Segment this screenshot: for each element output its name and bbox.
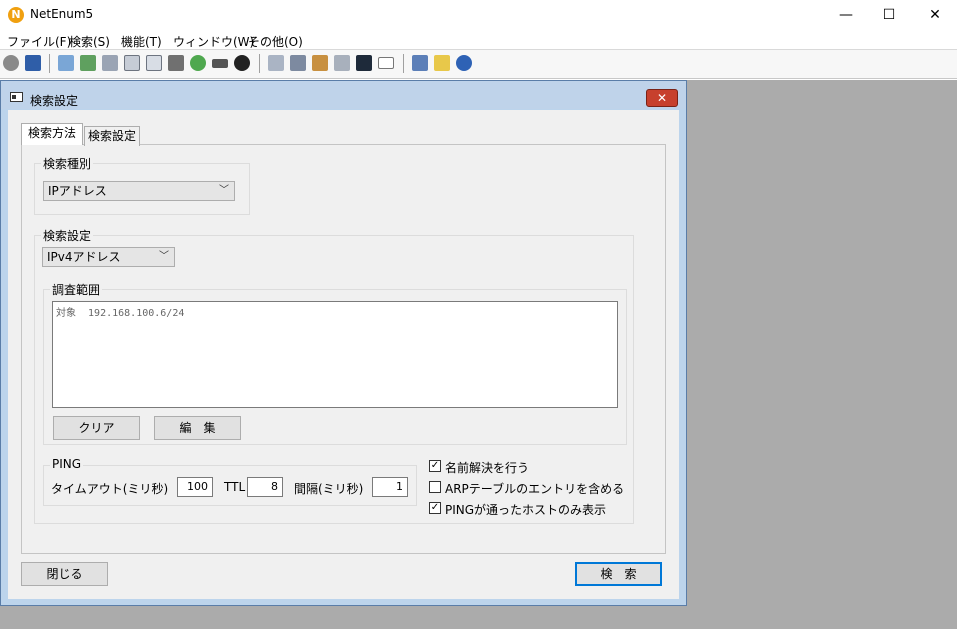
- name-resolution-label: 名前解決を行う: [445, 461, 530, 475]
- toolbar-separator: [403, 54, 404, 73]
- search-settings-label: 検索設定: [41, 227, 94, 244]
- tab-search-settings[interactable]: 検索設定: [84, 126, 140, 146]
- save-icon[interactable]: [25, 55, 41, 71]
- export-icon[interactable]: [80, 55, 96, 71]
- menu-file[interactable]: ファイル(F): [7, 33, 71, 50]
- app-title: NetEnum5: [30, 7, 94, 21]
- ttl-label: TTL: [224, 480, 246, 494]
- ruler-icon[interactable]: [212, 59, 228, 68]
- interval-label: 間隔(ミリ秒): [294, 482, 364, 496]
- note-icon[interactable]: [434, 55, 450, 71]
- chevron-down-icon: ﹀: [219, 185, 229, 196]
- menu-tools[interactable]: 機能(T): [121, 33, 162, 50]
- dialog-titlebar[interactable]: [1, 81, 686, 109]
- toolbar-separator: [49, 54, 50, 73]
- range-label: 調査範囲: [50, 281, 103, 298]
- dialog-window-icon-detail: [12, 95, 16, 99]
- settings-icon[interactable]: [3, 55, 19, 71]
- ip-version-value: IPv4アドレス: [47, 250, 121, 264]
- menu-other[interactable]: その他(O): [248, 33, 303, 50]
- close-window-button[interactable]: ✕: [912, 0, 957, 30]
- maximize-button[interactable]: ☐: [866, 0, 912, 30]
- arp-entries-checkbox[interactable]: [429, 481, 441, 493]
- clock-icon[interactable]: [234, 55, 250, 71]
- timeout-label: タイムアウト(ミリ秒): [51, 482, 169, 496]
- map-icon[interactable]: [312, 55, 328, 71]
- interval-input[interactable]: 1: [372, 477, 408, 497]
- copy-icon[interactable]: [102, 55, 118, 71]
- window-icon[interactable]: [124, 55, 140, 71]
- range-textarea[interactable]: 対象 192.168.100.6/24: [52, 301, 618, 408]
- ttl-input[interactable]: 8: [247, 477, 283, 497]
- timeout-input[interactable]: 100: [177, 477, 213, 497]
- search-icon[interactable]: [334, 55, 350, 71]
- dialog-close-button[interactable]: ✕: [646, 89, 678, 107]
- search-type-select[interactable]: IPアドレス ﹀: [43, 181, 235, 201]
- ping-only-label: PINGが通ったホストのみ表示: [445, 503, 607, 517]
- minimize-button[interactable]: —: [823, 0, 869, 30]
- edit-button[interactable]: 編 集: [154, 416, 241, 440]
- tab-search-method[interactable]: 検索方法: [21, 123, 83, 145]
- ping-only-checkbox[interactable]: ✓: [429, 502, 441, 514]
- ping-label: PING: [50, 457, 84, 471]
- name-resolution-checkbox[interactable]: ✓: [429, 460, 441, 472]
- info-icon[interactable]: [456, 55, 472, 71]
- network-icon[interactable]: [290, 55, 306, 71]
- close-button[interactable]: 閉じる: [21, 562, 108, 586]
- app-logo-icon: N: [8, 7, 24, 23]
- calculator-icon[interactable]: [268, 55, 284, 71]
- list-icon[interactable]: [58, 55, 74, 71]
- menu-search[interactable]: 検索(S): [69, 33, 110, 50]
- clear-button[interactable]: クリア: [53, 416, 140, 440]
- toolbar-separator: [259, 54, 260, 73]
- search-type-value: IPアドレス: [48, 184, 107, 198]
- chevron-down-icon: ﹀: [159, 251, 169, 262]
- terminal-icon[interactable]: [356, 55, 372, 71]
- print-icon[interactable]: [168, 55, 184, 71]
- arp-entries-label: ARPテーブルのエントリを含める: [445, 482, 625, 496]
- menu-window[interactable]: ウィンドウ(W): [173, 33, 254, 50]
- table-icon[interactable]: [146, 55, 162, 71]
- toolbar: [0, 50, 957, 79]
- search-type-label: 検索種別: [41, 155, 94, 172]
- wrench-icon[interactable]: [412, 55, 428, 71]
- dialog-title: 検索設定: [30, 94, 79, 108]
- ip-version-select[interactable]: IPv4アドレス ﹀: [42, 247, 175, 267]
- app-titlebar: [0, 0, 957, 30]
- mail-icon[interactable]: [378, 57, 394, 69]
- globe-icon[interactable]: [190, 55, 206, 71]
- search-button[interactable]: 検 索: [575, 562, 662, 586]
